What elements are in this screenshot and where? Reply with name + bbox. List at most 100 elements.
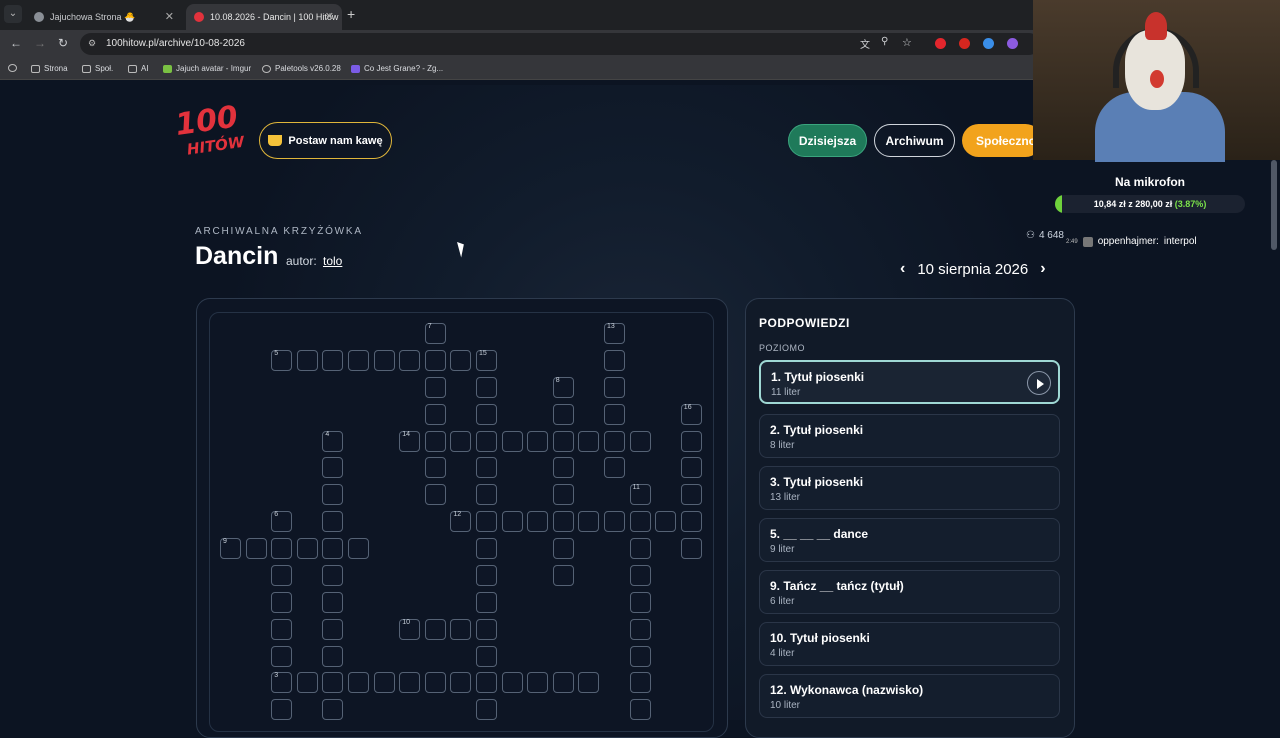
crossword-cell[interactable] — [271, 538, 293, 560]
crossword-cell[interactable] — [271, 591, 293, 613]
tab-search-button[interactable]: ⌄ — [4, 5, 22, 23]
crossword-cell[interactable] — [399, 349, 421, 371]
crossword-cell[interactable] — [527, 430, 549, 452]
bookmark-item[interactable] — [8, 64, 17, 72]
crossword-cell[interactable] — [680, 484, 702, 506]
crossword-cell[interactable] — [322, 618, 344, 640]
clue-item[interactable]: 12. Wykonawca (nazwisko) 10 liter — [759, 674, 1060, 718]
crossword-cell[interactable]: 5 — [271, 349, 293, 371]
crossword-cell[interactable] — [450, 618, 472, 640]
clue-item[interactable]: 10. Tytuł piosenki 4 liter — [759, 622, 1060, 666]
site-logo[interactable]: 100 HITÓW — [173, 100, 252, 179]
crossword-cell[interactable] — [476, 618, 497, 640]
bookmark-folder[interactable]: AI — [128, 64, 149, 73]
crossword-cell[interactable] — [322, 484, 344, 506]
crossword-cell[interactable] — [552, 430, 574, 452]
crossword-cell[interactable]: 13 — [604, 323, 625, 344]
crossword-cell[interactable] — [578, 430, 600, 452]
crossword-cell[interactable] — [680, 430, 702, 452]
new-tab-button[interactable]: + — [347, 6, 355, 22]
crossword-cell[interactable] — [680, 511, 702, 533]
crossword-cell[interactable] — [322, 699, 344, 721]
crossword-cell[interactable] — [271, 618, 293, 640]
crossword-cell[interactable] — [604, 403, 625, 425]
crossword-cell[interactable] — [604, 376, 625, 398]
crossword-cell[interactable] — [629, 538, 651, 560]
crossword-cell[interactable] — [629, 564, 651, 586]
crossword-cell[interactable] — [476, 538, 497, 560]
bookmark-item[interactable]: Jajuch avatar - Imgur — [163, 64, 251, 73]
reload-icon[interactable]: ↻ — [58, 36, 68, 50]
forward-icon[interactable]: → — [34, 36, 46, 50]
crossword-cell[interactable]: 11 — [629, 484, 651, 506]
crossword-cell[interactable] — [501, 430, 523, 452]
crossword-cell[interactable] — [322, 511, 344, 533]
bookmark-folder[interactable]: Strona — [31, 64, 68, 73]
crossword-cell[interactable] — [552, 457, 574, 479]
close-tab-icon[interactable]: ✕ — [325, 10, 334, 23]
crossword-cell[interactable]: 4 — [322, 430, 344, 452]
crossword-cell[interactable] — [348, 538, 369, 560]
crossword-cell[interactable] — [604, 349, 625, 371]
crossword-cell[interactable] — [296, 672, 318, 694]
site-info-icon[interactable]: ⚙ — [88, 38, 96, 49]
close-tab-icon[interactable]: ✕ — [165, 10, 174, 23]
crossword-cell[interactable] — [578, 672, 600, 694]
crossword-cell[interactable] — [552, 484, 574, 506]
crossword-cell[interactable] — [424, 618, 446, 640]
clue-item[interactable]: 2. Tytuł piosenki 8 liter — [759, 414, 1060, 458]
nav-community-button[interactable]: Społeczność — [962, 124, 1042, 157]
crossword-cell[interactable] — [476, 511, 497, 533]
crossword-cell[interactable] — [322, 457, 344, 479]
bookmark-item[interactable]: Paletools v26.0.28 — [262, 64, 341, 73]
crossword-cell[interactable] — [680, 457, 702, 479]
crossword-cell[interactable]: 7 — [424, 323, 446, 344]
crossword-cell[interactable] — [629, 430, 651, 452]
crossword-cell[interactable] — [348, 349, 369, 371]
tab-dancin[interactable]: 10.08.2026 - Dancin | 100 Hitów ✕ — [186, 4, 342, 30]
crossword-cell[interactable]: 8 — [552, 376, 574, 398]
crossword-cell[interactable] — [271, 564, 293, 586]
crossword-cell[interactable] — [373, 672, 395, 694]
back-icon[interactable]: ← — [10, 36, 22, 50]
crossword-cell[interactable] — [629, 699, 651, 721]
crossword-cell[interactable] — [629, 672, 651, 694]
crossword-cell[interactable] — [552, 403, 574, 425]
crossword-cell[interactable] — [296, 538, 318, 560]
crossword-cell[interactable]: 14 — [399, 430, 421, 452]
crossword-cell[interactable] — [476, 457, 497, 479]
crossword-cell[interactable] — [476, 699, 497, 721]
crossword-cell[interactable]: 6 — [271, 511, 293, 533]
tab-jajuchowa[interactable]: Jajuchowa Strona 🐣 ✕ — [26, 4, 182, 30]
crossword-cell[interactable] — [501, 672, 523, 694]
crossword-cell[interactable] — [629, 511, 651, 533]
crossword-cell[interactable] — [322, 672, 344, 694]
crossword-cell[interactable] — [476, 564, 497, 586]
crossword-cell[interactable] — [450, 672, 472, 694]
crossword-cell[interactable] — [322, 538, 344, 560]
crossword-cell[interactable] — [629, 618, 651, 640]
crossword-cell[interactable] — [629, 591, 651, 613]
crossword-cell[interactable] — [450, 349, 472, 371]
crossword-cell[interactable] — [322, 591, 344, 613]
crossword-cell[interactable] — [424, 376, 446, 398]
crossword-cell[interactable] — [399, 672, 421, 694]
bookmark-star-icon[interactable]: ☆ — [902, 36, 912, 49]
bookmark-item[interactable]: Co Jest Grane? - Zg... — [351, 64, 443, 73]
crossword-cell[interactable] — [322, 645, 344, 667]
chevron-right-icon[interactable]: › — [1040, 260, 1045, 278]
bookmark-folder[interactable]: Społ. — [82, 64, 113, 73]
crossword-cell[interactable] — [476, 376, 497, 398]
buy-coffee-button[interactable]: Postaw nam kawę — [259, 122, 392, 159]
crossword-cell[interactable] — [476, 591, 497, 613]
clue-item[interactable]: 9. Tańcz __ tańcz (tytuł) 6 liter — [759, 570, 1060, 614]
crossword-cell[interactable] — [271, 699, 293, 721]
crossword-cell[interactable] — [424, 349, 446, 371]
crossword-cell[interactable]: 10 — [399, 618, 421, 640]
translate-icon[interactable]: 文 — [860, 36, 870, 51]
crossword-cell[interactable] — [424, 484, 446, 506]
crossword-cell[interactable]: 15 — [476, 349, 497, 371]
crossword-cell[interactable] — [501, 511, 523, 533]
extension-icon[interactable] — [983, 38, 994, 49]
crossword-cell[interactable] — [629, 645, 651, 667]
